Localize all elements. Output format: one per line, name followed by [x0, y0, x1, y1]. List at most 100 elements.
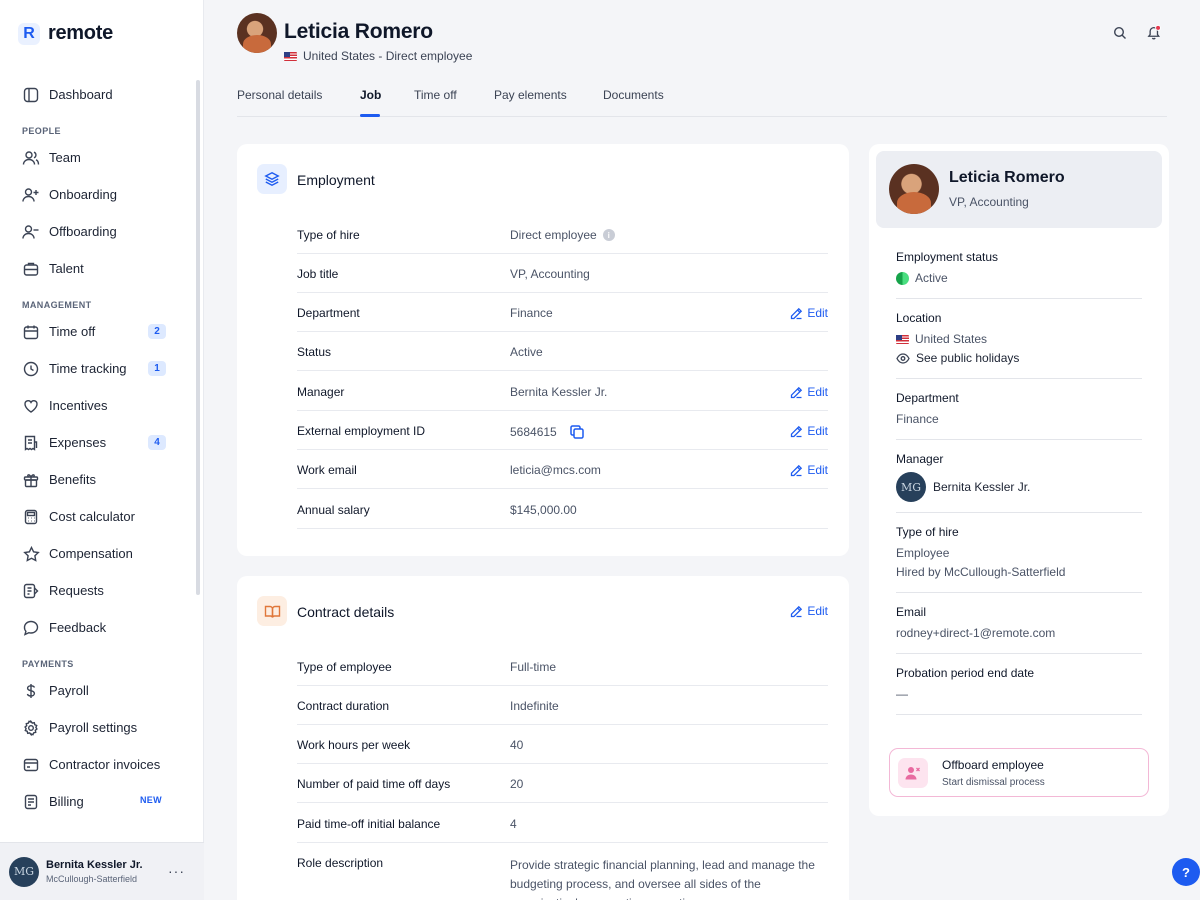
sidebar-item-cost-calculator[interactable]: Cost calculator: [0, 498, 196, 535]
employment-status-value: Active: [896, 271, 1142, 285]
employment-row-manager: Manager Bernita Kessler Jr. Edit: [297, 372, 828, 412]
sidebar-nav: Dashboard PEOPLE Team Onboarding Offboar…: [0, 76, 196, 820]
sidebar-item-requests[interactable]: Requests: [0, 572, 196, 609]
row-label: Job title: [297, 267, 339, 281]
sidebar-item-payroll[interactable]: Payroll: [0, 672, 196, 709]
sidebar-item-offboarding[interactable]: Offboarding: [0, 213, 196, 250]
tab-job[interactable]: Job: [360, 88, 381, 102]
sidebar-item-label: Expenses: [49, 435, 107, 450]
tab-personal-details[interactable]: Personal details: [237, 88, 322, 102]
row-value: 40: [510, 738, 524, 752]
us-flag-icon: [896, 334, 909, 344]
gear-icon: [22, 719, 40, 737]
employment-card: Employment Type of hire Direct employee i…: [237, 144, 849, 556]
sidebar-item-label: Team: [49, 150, 81, 165]
row-label: Type of employee: [297, 660, 392, 674]
sidebar-item-time-tracking[interactable]: Time tracking 1: [0, 350, 196, 387]
sidebar-item-incentives[interactable]: Incentives: [0, 387, 196, 424]
sidebar-item-benefits[interactable]: Benefits: [0, 461, 196, 498]
row-value: VP, Accounting: [510, 267, 590, 281]
sidebar-item-contractor-invoices[interactable]: Contractor invoices: [0, 746, 196, 783]
offboard-employee-button[interactable]: Offboard employee Start dismissal proces…: [889, 748, 1149, 797]
edit-work-email-button[interactable]: Edit: [790, 463, 828, 477]
employment-row-department: Department Finance Edit: [297, 293, 828, 333]
page-subtitle: United States - Direct employee: [284, 49, 472, 63]
copy-icon[interactable]: [569, 424, 585, 440]
chat-bubble-icon: [22, 619, 40, 637]
contract-row-pto-balance: Paid time-off initial balance 4: [297, 804, 828, 844]
profile-header: Leticia Romero VP, Accounting: [876, 151, 1162, 228]
edit-contract-button[interactable]: Edit: [790, 604, 828, 618]
notifications-bell-icon[interactable]: [1146, 24, 1162, 40]
edit-external-id-button[interactable]: Edit: [790, 424, 828, 438]
row-label: Contract duration: [297, 699, 390, 713]
email-value: rodney+direct-1@remote.com: [896, 626, 1056, 640]
search-icon[interactable]: [1112, 25, 1128, 41]
subtitle-text: United States - Direct employee: [303, 49, 473, 63]
sidebar-item-team[interactable]: Team: [0, 139, 196, 176]
profile-job-title: VP, Accounting: [949, 195, 1029, 209]
row-label: External employment ID: [297, 424, 426, 438]
sidebar-item-label: Feedback: [49, 620, 107, 635]
sidebar-item-billing[interactable]: Billing NEW: [0, 783, 196, 820]
info-label: Location: [896, 311, 942, 325]
sidebar-scrollbar[interactable]: [196, 80, 200, 595]
tab-bar: Personal details Job Time off Pay elemen…: [237, 86, 1167, 117]
contract-row-pto-days: Number of paid time off days 20: [297, 764, 828, 804]
onboarding-icon: [22, 186, 40, 204]
row-value: $145,000.00: [510, 503, 577, 517]
employment-row-type-of-hire: Type of hire Direct employee i: [297, 215, 828, 255]
sidebar-item-expenses[interactable]: Expenses 4: [0, 424, 196, 461]
contract-row-work-hours: Work hours per week 40: [297, 725, 828, 765]
tab-documents[interactable]: Documents: [603, 88, 664, 102]
remove-user-icon: [898, 758, 928, 788]
department-value: Finance: [896, 412, 939, 426]
row-label: Department: [297, 306, 360, 320]
sidebar-section-payments: PAYMENTS: [22, 659, 74, 669]
gift-icon: [22, 471, 40, 489]
row-label: Role description: [297, 856, 384, 870]
employment-row-annual-salary: Annual salary $145,000.00: [297, 490, 828, 530]
pencil-icon: [791, 425, 803, 437]
sidebar-item-label: Onboarding: [49, 187, 117, 202]
info-label: Type of hire: [896, 525, 959, 539]
sidebar-item-talent[interactable]: Talent: [0, 250, 196, 287]
row-label: Number of paid time off days: [297, 777, 451, 791]
sidebar-item-time-off[interactable]: Time off 2: [0, 313, 196, 350]
info-label: Employment status: [896, 250, 999, 264]
info-icon[interactable]: i: [602, 229, 615, 241]
sidebar-item-onboarding[interactable]: Onboarding: [0, 176, 196, 213]
profile-name: Leticia Romero: [949, 169, 1065, 186]
help-button[interactable]: ?: [1172, 858, 1200, 886]
row-value: Direct employee i: [510, 228, 615, 242]
account-switcher[interactable]: MG Bernita Kessler Jr. McCullough-Satter…: [0, 842, 204, 900]
sidebar: R remote Dashboard PEOPLE Team Onboardin…: [0, 0, 204, 900]
time-off-icon: [22, 323, 40, 341]
contract-row-role-description: Role description Provide strategic finan…: [297, 843, 828, 900]
sidebar-item-dashboard[interactable]: Dashboard: [0, 76, 196, 113]
page-title: Leticia Romero: [284, 20, 433, 43]
probation-value: —: [896, 687, 908, 701]
contract-row-type-of-employee: Type of employee Full-time: [297, 647, 828, 687]
sidebar-section-people: PEOPLE: [22, 126, 61, 136]
tab-time-off[interactable]: Time off: [414, 88, 457, 102]
edit-manager-button[interactable]: Edit: [790, 385, 828, 399]
edit-department-button[interactable]: Edit: [790, 306, 828, 320]
sidebar-item-label: Payroll settings: [49, 720, 138, 735]
sidebar-item-label: Requests: [49, 583, 104, 598]
logo[interactable]: R remote: [18, 22, 113, 45]
row-label: Manager: [297, 385, 345, 399]
employee-avatar: [889, 164, 939, 214]
star-icon: [22, 545, 40, 563]
see-public-holidays-link[interactable]: See public holidays: [896, 351, 1142, 365]
more-options-icon[interactable]: ···: [168, 863, 185, 879]
contract-details-title: Contract details: [297, 604, 395, 620]
dashboard-icon: [22, 86, 40, 104]
tab-pay-elements[interactable]: Pay elements: [494, 88, 567, 102]
sidebar-item-label: Cost calculator: [49, 509, 135, 524]
sidebar-item-feedback[interactable]: Feedback: [0, 609, 196, 646]
logo-text: remote: [48, 22, 113, 44]
clock-icon: [22, 360, 40, 378]
sidebar-item-compensation[interactable]: Compensation: [0, 535, 196, 572]
sidebar-item-payroll-settings[interactable]: Payroll settings: [0, 709, 196, 746]
